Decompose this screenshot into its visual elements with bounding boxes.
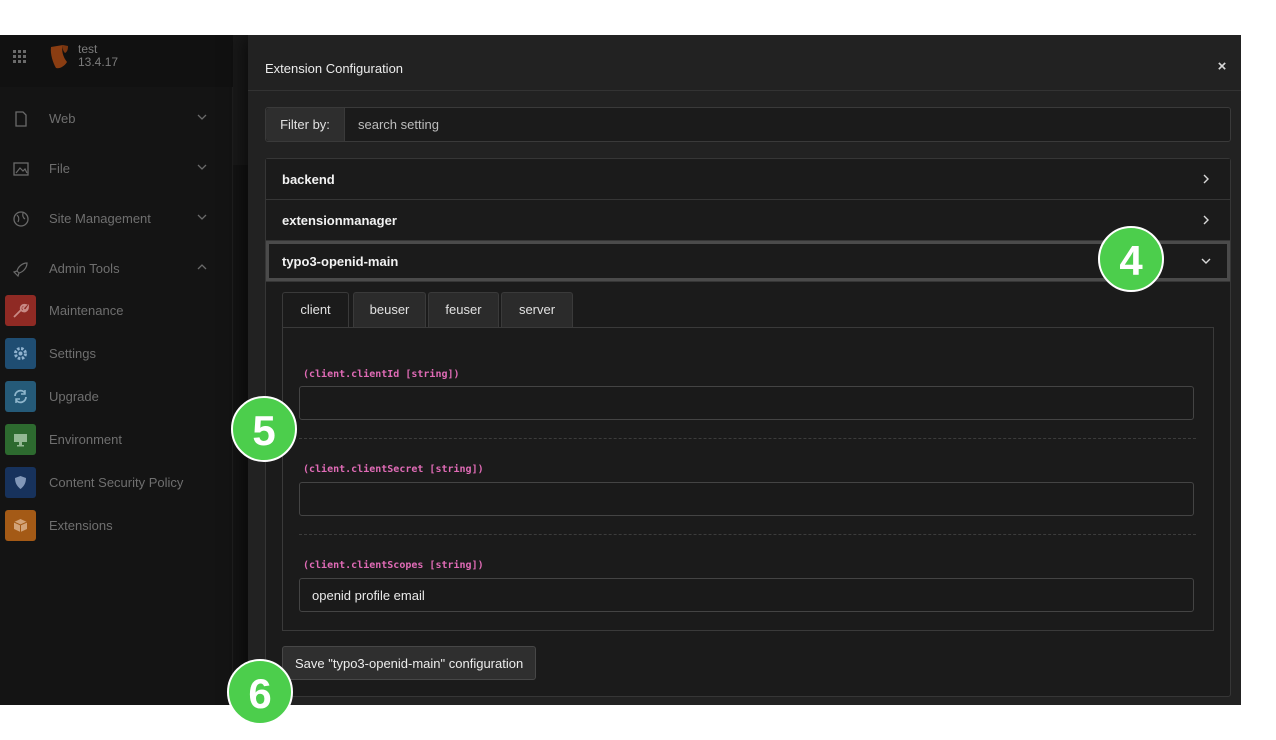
tab-server[interactable]: server [501,292,573,327]
module-settings[interactable]: Settings [0,332,232,375]
module-upgrade[interactable]: Upgrade [0,375,232,418]
step-badge-5: 5 [231,396,297,462]
filter-label: Filter by: [266,108,345,141]
module-maintenance[interactable]: Maintenance [0,289,232,332]
site-info: test 13.4.17 [78,43,118,69]
gear-icon [5,338,36,369]
accordion-title: typo3-openid-main [282,254,399,269]
module-menu: Web File Site Management Admin Tools Mai… [0,87,233,705]
field-label-client-secret: (client.clientSecret [string]) [303,464,484,475]
modal-header: Extension Configuration × [248,35,1241,91]
accordion-item-backend[interactable]: backend [266,159,1230,200]
chevron-down-icon [197,164,207,170]
chevron-up-icon [197,264,207,270]
accordion-title: backend [282,172,335,187]
close-button[interactable]: × [1214,59,1230,75]
accordion-body: client beuser feuser server (client.clie… [266,282,1230,696]
module-label: Maintenance [49,303,124,318]
chevron-down-icon [197,214,207,220]
accordion-item-typo3-openid-main[interactable]: typo3-openid-main [266,241,1230,282]
nav-group-admin-tools[interactable]: Admin Tools [0,244,232,294]
apps-grid-icon[interactable] [13,49,29,65]
module-label: Upgrade [49,389,99,404]
module-label: Extensions [49,518,113,533]
step-badge-6: 6 [227,659,293,725]
extension-accordion: backend extensionmanager typo3-openid-ma… [265,158,1231,697]
accordion-title: extensionmanager [282,213,397,228]
module-label: Settings [49,346,96,361]
field-label-client-id: (client.clientId [string]) [303,369,460,380]
save-configuration-button[interactable]: Save "typo3-openid-main" configuration [282,646,537,680]
rocket-icon [12,262,28,278]
nav-group-label: Web [49,111,76,126]
filter-search-input[interactable] [346,108,1228,141]
refresh-icon [5,381,36,412]
field-divider [299,534,1196,535]
site-version: 13.4.17 [78,55,119,69]
typo3-logo-icon[interactable] [48,44,70,75]
tab-client[interactable]: client [282,292,349,329]
client-secret-input[interactable] [299,482,1194,516]
modal-title: Extension Configuration [265,61,404,76]
module-environment[interactable]: Environment [0,418,232,461]
tab-panel-client: (client.clientId [string]) (client.clien… [282,327,1214,631]
field-label-client-scopes: (client.clientScopes [string]) [303,560,484,571]
tab-beuser[interactable]: beuser [353,292,426,327]
chevron-right-icon [1203,174,1209,184]
module-extensions[interactable]: Extensions [0,504,232,547]
tab-feuser[interactable]: feuser [428,292,499,327]
page-icon [15,111,27,127]
wrench-icon [5,295,36,326]
chevron-down-icon [1201,258,1211,264]
extension-configuration-modal: Extension Configuration × Filter by: bac… [248,35,1241,705]
nav-group-label: Admin Tools [49,261,120,276]
field-divider [299,438,1196,439]
module-label: Environment [49,432,122,447]
chevron-right-icon [1203,215,1209,225]
topbar: test 13.4.17 [0,35,248,88]
nav-group-label: Site Management [49,211,151,226]
nav-group-file[interactable]: File [0,144,232,194]
chevron-down-icon [197,114,207,120]
image-icon [13,162,29,176]
step-badge-4: 4 [1098,226,1164,292]
filter-group: Filter by: [265,107,1231,142]
shield-icon [5,467,36,498]
module-content-security-policy[interactable]: Content Security Policy [0,461,232,504]
accordion-item-extensionmanager[interactable]: extensionmanager [266,200,1230,241]
monitor-icon [5,424,36,455]
nav-group-site-management[interactable]: Site Management [0,194,232,244]
client-id-input[interactable] [299,386,1194,420]
client-scopes-input[interactable] [299,578,1194,612]
box-icon [5,510,36,541]
nav-group-label: File [49,161,70,176]
nav-group-web[interactable]: Web [0,94,232,144]
typo3-backend: test 13.4.17 Web File Site Management Ad… [0,35,1241,705]
module-label: Content Security Policy [49,475,184,490]
globe-icon [13,211,29,227]
